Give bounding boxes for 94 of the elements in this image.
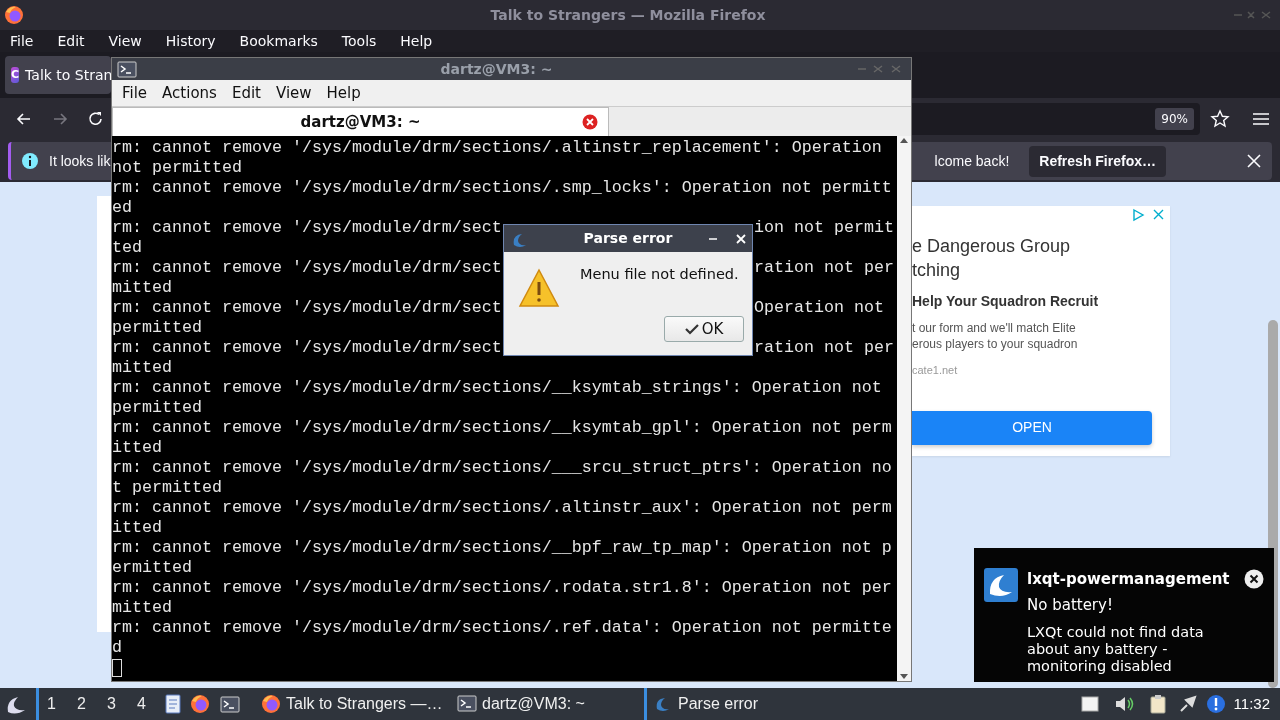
menu-item[interactable]: Actions	[162, 82, 217, 105]
terminal-line: itted	[112, 438, 162, 458]
terminal-line: rm: cannot remove '/sys/module/drm/sections/__ksymtab_strings': Operation not	[112, 378, 882, 398]
volume-icon[interactable]	[1113, 694, 1136, 714]
close-icon[interactable]	[736, 233, 746, 244]
terminal-icon	[117, 60, 137, 78]
terminal-line: rm: cannot remove '/sys/module/drm/sections/.smp_locks': Operation not permitt	[112, 178, 892, 198]
dialog-message: Menu file not defined.	[580, 265, 739, 284]
star-icon[interactable]	[1210, 109, 1230, 129]
close-icon[interactable]	[1244, 569, 1264, 590]
notes-icon[interactable]	[164, 694, 182, 714]
window-title: Talk to Strangers — Mozilla Firefox	[489, 5, 767, 25]
ad-subheading: Help Your Squadron Recruit	[912, 292, 1100, 311]
clipboard-icon[interactable]	[1147, 694, 1168, 714]
notification-text: It looks lik	[49, 151, 111, 171]
ad-choices-icon[interactable]	[1132, 208, 1166, 222]
menu-item[interactable]: Help	[326, 82, 361, 105]
terminal-line: rm: cannot remove '/sys/module/drm/sections/.rodata.str1.8': Operation not per	[112, 578, 892, 598]
notification-summary: No battery!	[1027, 594, 1114, 616]
notification-text: lcome back!	[934, 151, 1010, 171]
terminal-icon	[457, 694, 477, 714]
browser-logo-icon[interactable]	[4, 5, 24, 25]
ad-text: erous players to your squadron	[912, 336, 1079, 352]
close-icon[interactable]	[1246, 153, 1262, 169]
terminal-line: ted	[112, 238, 142, 258]
menu-item[interactable]: Bookmarks	[239, 30, 318, 52]
info-icon	[21, 152, 39, 170]
menu-item[interactable]: Edit	[57, 30, 85, 52]
desktop-switch-button[interactable]: 4	[126, 688, 154, 720]
open-button[interactable]: OPEN	[912, 410, 1152, 445]
terminal-line: mitted	[112, 278, 172, 298]
dialog-title: Parse error	[582, 229, 674, 248]
terminal-line: rm: cannot remove '/sys/module/drm/sect	[112, 258, 502, 278]
terminal-line: Operation not	[754, 298, 885, 318]
info-icon[interactable]	[1205, 694, 1226, 714]
terminal-line: rm: cannot remove '/sys/module/drm/sections/___srcu_struct_ptrs': Operation no	[112, 458, 892, 478]
terminal-line: rm: cannot remove '/sys/module/drm/sections/__bpf_raw_tp_map': Operation not p	[112, 538, 892, 558]
terminal-line: rm: cannot remove '/sys/module/drm/sect	[112, 298, 502, 318]
check-icon	[684, 323, 699, 335]
taskbar-button[interactable]: Parse error	[644, 688, 840, 720]
terminal-line: ed	[112, 198, 132, 218]
terminal-tab[interactable]: dartz@VM3: ~	[112, 107, 609, 136]
favicon-icon: C	[11, 67, 20, 83]
clock: 11:32	[1233, 693, 1270, 714]
cursor	[112, 659, 122, 677]
terminal-line: ermitted	[112, 558, 192, 578]
notification-body: LXQt could not find data about any battery - monitoring disabled	[1027, 624, 1205, 675]
terminal-line: rm: cannot remove '/sys/module/drm/sections/.altinstr_replacement': Operation	[112, 138, 882, 158]
terminal-line: not permitted	[112, 158, 242, 178]
terminal-line: rm: cannot remove '/sys/module/drm/sections/__ksymtab_gpl': Operation not perm	[112, 418, 892, 438]
warning-icon	[518, 268, 560, 308]
terminal-line: d	[112, 638, 122, 658]
menu-item[interactable]: Edit	[231, 82, 261, 105]
menu-item[interactable]: View	[275, 82, 312, 105]
terminal-line: ration not per	[754, 338, 894, 358]
terminal-line: rm: cannot remove '/sys/module/drm/sections/.altinstr_aux': Operation not perm	[112, 498, 892, 518]
ad-text: t our form and we'll match Elite	[912, 320, 1077, 336]
terminal-line: t permitted	[112, 478, 222, 498]
scroll-down-icon[interactable]	[899, 673, 909, 681]
ad-headline[interactable]: tching	[912, 258, 1170, 282]
ad-headline[interactable]: e Dangerous Group	[912, 234, 1170, 258]
taskbar-button[interactable]: Talk to Strangers —…	[252, 688, 448, 720]
menu-item[interactable]: History	[165, 30, 216, 52]
ok-button[interactable]: OK	[664, 316, 744, 342]
terminal-line: ration not per	[754, 258, 894, 278]
menu-item[interactable]: Help	[400, 30, 433, 52]
terminal-line: permitted	[112, 398, 202, 418]
menu-item[interactable]: File	[10, 30, 34, 52]
desktop-switch-button[interactable]: 1	[36, 688, 64, 720]
browser-tab[interactable]: C Talk to Stran	[5, 56, 111, 94]
desktop-switch-button[interactable]: 2	[66, 688, 94, 720]
desktop-switch-button[interactable]: 3	[96, 688, 124, 720]
terminal-line: rm: cannot remove '/sys/module/drm/sect	[112, 218, 502, 238]
browser-icon	[261, 694, 281, 714]
terminal-line: rm: cannot remove '/sys/module/drm/sect	[112, 338, 502, 358]
terminal-line: itted	[112, 518, 162, 538]
menu-item[interactable]: File	[122, 82, 148, 105]
menu-icon[interactable]	[1252, 111, 1270, 127]
tab-title: Talk to Stran	[25, 65, 113, 85]
menu-item[interactable]: View	[108, 30, 142, 52]
terminal-line: rm: cannot remove '/sys/module/drm/sections/.ref.data': Operation not permitte	[112, 618, 892, 638]
scrollbar[interactable]	[897, 136, 911, 681]
refresh-button[interactable]: Refresh Firefox…	[1029, 145, 1166, 177]
zoom-level-button[interactable]: 90%	[1155, 108, 1194, 130]
taskbar-button[interactable]: dartz@VM3: ~	[448, 688, 644, 720]
terminal-line: mitted	[112, 358, 172, 378]
window-title: dartz@VM3: ~	[439, 59, 554, 79]
terminal-line: permitted	[112, 318, 202, 338]
terminal-line: mitted	[112, 598, 172, 618]
browser-icon[interactable]	[190, 694, 210, 714]
terminal-icon[interactable]	[220, 695, 240, 713]
menu-item[interactable]: Tools	[341, 30, 377, 52]
terminal-line: ion not permit	[754, 218, 894, 238]
notification-title: lxqt-powermanagement	[1027, 569, 1230, 590]
